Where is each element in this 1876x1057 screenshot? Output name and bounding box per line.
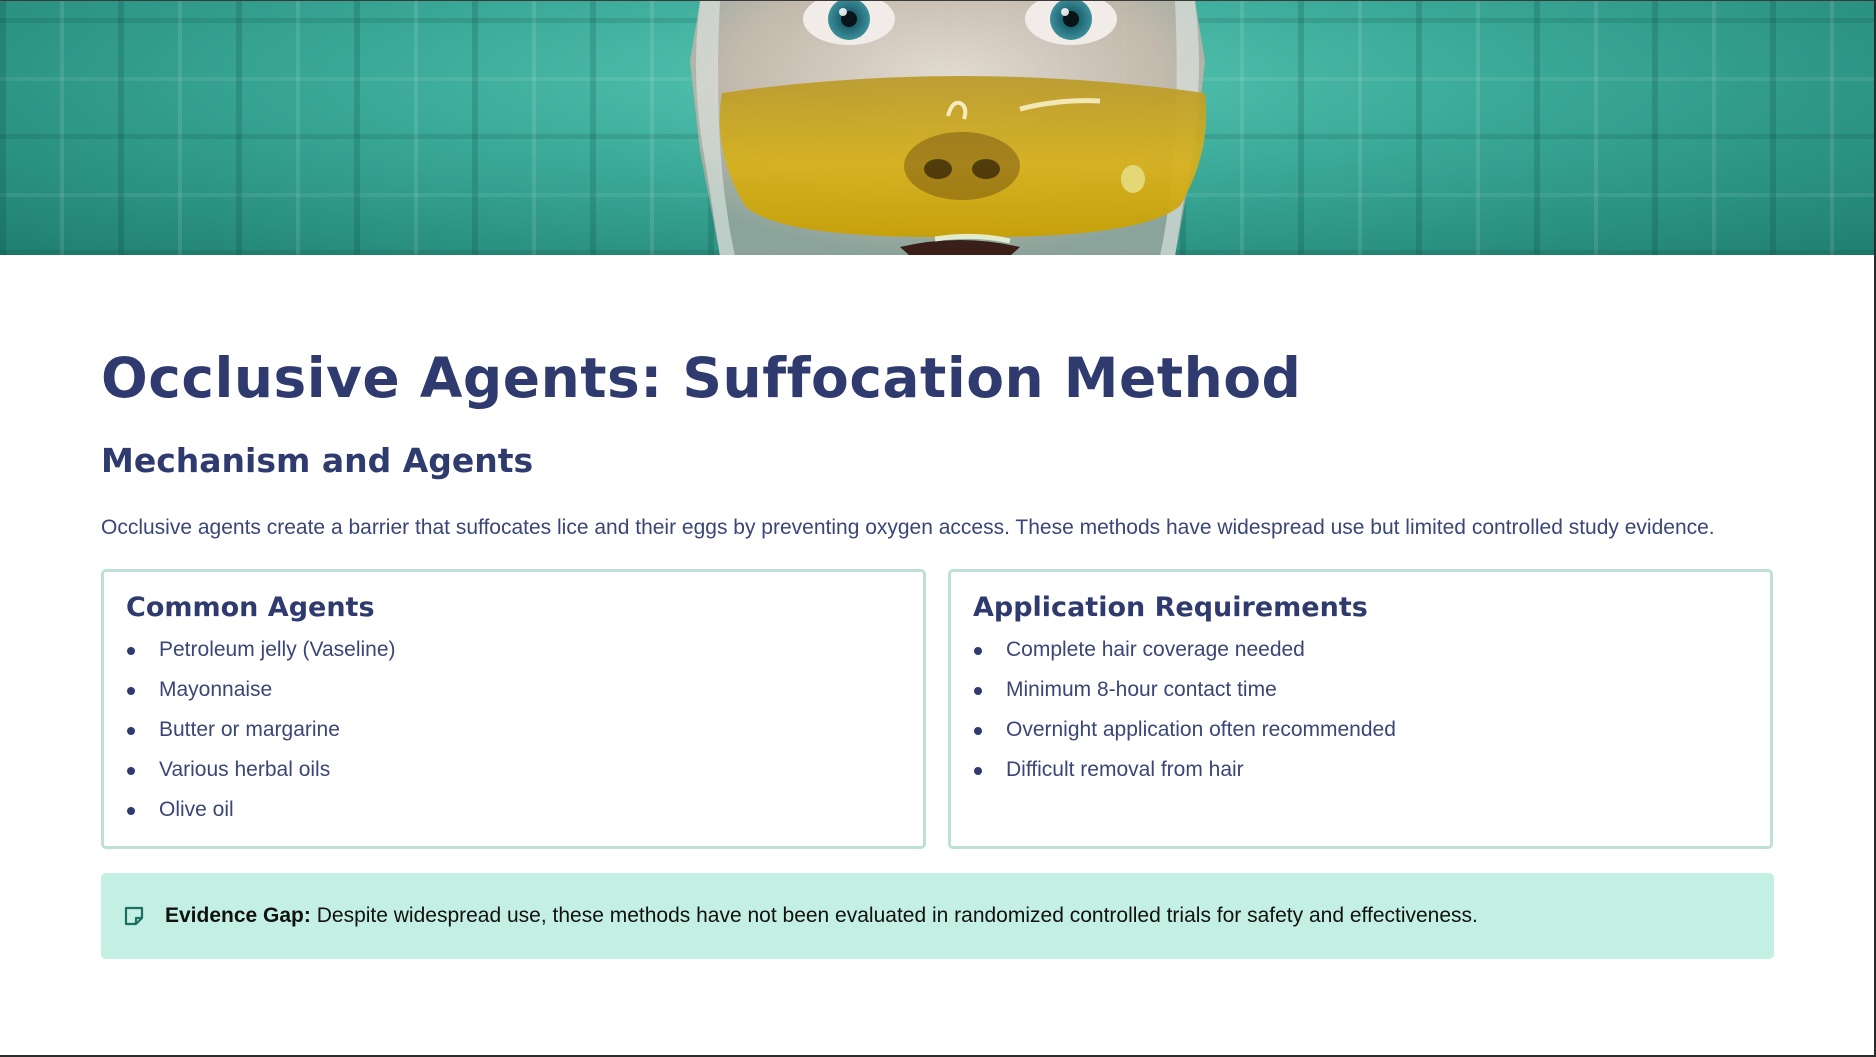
list-item-text: Overnight application often recommended [1006,718,1396,741]
list-item: Petroleum jelly (Vaseline) [126,633,901,673]
bullet-icon [127,727,135,735]
application-requirements-heading: Application Requirements [973,592,1368,623]
bullet-icon [974,767,982,775]
list-item-text: Olive oil [159,798,234,821]
section-subtitle: Mechanism and Agents [101,441,534,480]
bullet-icon [127,767,135,775]
bullet-icon [127,807,135,815]
common-agents-heading: Common Agents [126,592,375,623]
list-item-text: Mayonnaise [159,678,273,701]
evidence-gap-callout: Evidence Gap: Despite widespread use, th… [101,873,1774,959]
list-item: Complete hair coverage needed [973,633,1748,673]
bullet-icon [974,687,982,695]
note-icon [124,906,144,926]
list-item: Difficult removal from hair [973,753,1748,793]
slide: Occlusive Agents: Suffocation Method Mec… [0,0,1876,1057]
list-item: Butter or margarine [126,713,901,753]
bullet-icon [127,647,135,655]
common-agents-card: Common Agents Petroleum jelly (Vaseline)… [101,569,926,849]
application-requirements-card: Application Requirements Complete hair c… [948,569,1773,849]
bullet-icon [127,687,135,695]
page-title: Occlusive Agents: Suffocation Method [101,346,1302,410]
list-item: Overnight application often recommended [973,713,1748,753]
callout-label: Evidence Gap: [165,904,311,927]
list-item: Various herbal oils [126,753,901,793]
list-item: Olive oil [126,793,901,833]
list-item: Mayonnaise [126,673,901,713]
list-item-text: Complete hair coverage needed [1006,638,1305,661]
hero-face-illustration [690,1,1207,255]
list-item-text: Petroleum jelly (Vaseline) [159,638,396,661]
list-item-text: Various herbal oils [159,758,331,781]
list-item-text: Butter or margarine [159,718,340,741]
callout-text: Evidence Gap: Despite widespread use, th… [165,904,1478,928]
callout-body: Despite widespread use, these methods ha… [310,904,1478,927]
list-item-text: Difficult removal from hair [1006,758,1244,781]
application-requirements-list: Complete hair coverage needed Minimum 8-… [973,633,1748,793]
bullet-icon [974,647,982,655]
intro-paragraph: Occlusive agents create a barrier that s… [101,516,1715,539]
hero-banner-image [0,0,1874,255]
common-agents-list: Petroleum jelly (Vaseline) Mayonnaise Bu… [126,633,901,833]
list-item-text: Minimum 8-hour contact time [1006,678,1277,701]
bullet-icon [974,727,982,735]
list-item: Minimum 8-hour contact time [973,673,1748,713]
